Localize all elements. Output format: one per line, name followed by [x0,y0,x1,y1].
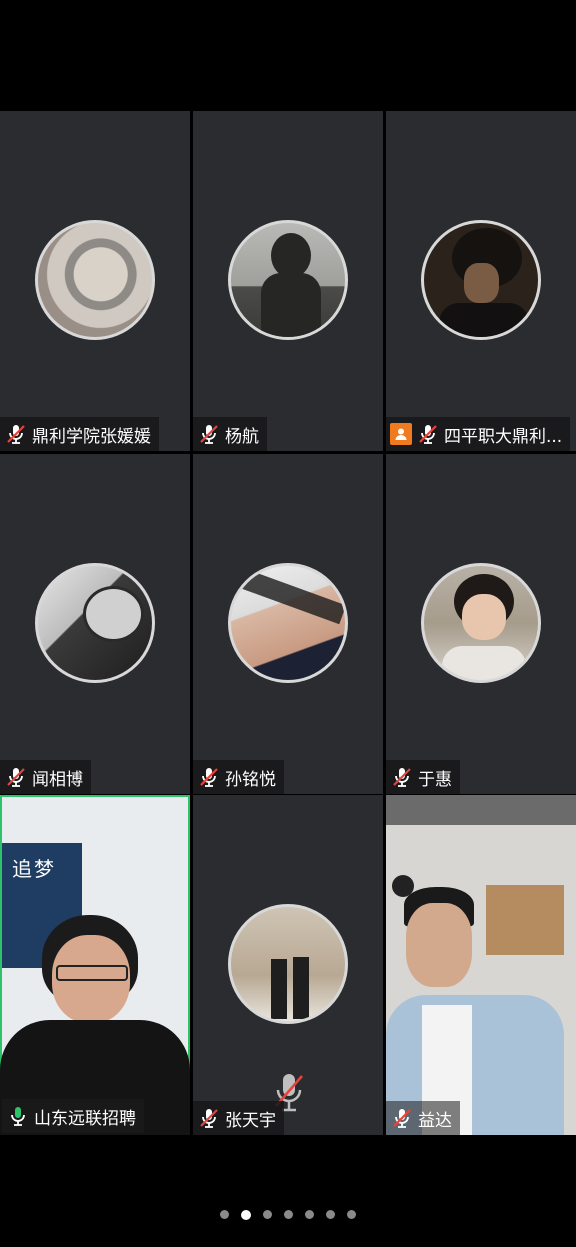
mic-muted-icon [390,1106,414,1130]
host-person-icon [390,423,412,445]
mic-muted-icon [4,765,28,789]
page-dot[interactable] [263,1210,272,1219]
video-feed: 追梦 [0,795,190,1135]
bookshelf [486,885,564,955]
participant-tile[interactable]: 于惠 [386,454,576,794]
participant-video-tile[interactable]: 追梦 山东远联招聘 [0,795,190,1135]
participant-avatar [421,220,541,340]
poster-text: 追梦 [12,857,56,881]
mic-muted-icon [4,422,28,446]
participant-nameplate: 山东远联招聘 [2,1099,144,1133]
participant-avatar [35,563,155,683]
page-dot[interactable] [284,1210,293,1219]
participant-nameplate: 孙铭悦 [193,760,284,794]
participant-name: 于惠 [418,769,452,790]
page-dot-active[interactable] [241,1209,251,1220]
person-face [406,903,472,987]
participant-nameplate: 鼎利学院张媛媛 [0,417,159,451]
participant-tile[interactable]: 孙铭悦 [193,454,383,794]
participant-name: 四平职大鼎利... [444,426,563,447]
participant-nameplate: 闻相博 [0,760,91,794]
participant-avatar [228,220,348,340]
participant-nameplate: 于惠 [386,760,460,794]
mic-muted-icon [390,765,414,789]
wall [386,795,576,825]
person-glasses [56,965,128,981]
mic-muted-icon [197,422,221,446]
page-dot[interactable] [347,1210,356,1219]
participant-name: 孙铭悦 [225,769,276,790]
participant-nameplate: 杨航 [193,417,267,451]
participant-tile[interactable]: 杨航 [193,111,383,451]
participant-avatar [228,563,348,683]
participant-tile[interactable]: 闻相博 [0,454,190,794]
page-dot[interactable] [305,1210,314,1219]
participant-name: 张天宇 [225,1110,276,1131]
participant-nameplate: 益达 [386,1101,460,1135]
page-indicator[interactable] [0,1209,576,1220]
participant-nameplate: 四平职大鼎利... [386,417,571,451]
participant-name: 鼎利学院张媛媛 [32,426,151,447]
participant-name: 益达 [418,1110,452,1131]
mic-muted-icon [197,765,221,789]
video-feed [386,795,576,1135]
participant-name: 闻相博 [32,769,83,790]
page-dot[interactable] [326,1210,335,1219]
participant-name: 山东远联招聘 [34,1108,136,1129]
participant-avatar [228,904,348,1024]
participant-nameplate: 张天宇 [193,1101,284,1135]
mic-muted-icon [416,422,440,446]
participant-tile[interactable]: 鼎利学院张媛媛 [0,111,190,451]
mic-icon [6,1104,30,1128]
participant-tile[interactable]: 四平职大鼎利... [386,111,576,451]
participant-name: 杨航 [225,426,259,447]
participant-avatar [421,563,541,683]
participant-tile[interactable]: 张天宇 [193,795,383,1135]
page-dot[interactable] [220,1210,229,1219]
participant-video-tile[interactable]: 益达 [386,795,576,1135]
video-grid: 鼎利学院张媛媛 杨航 四平职大鼎利... 闻相博 孙铭悦 于惠 追梦 山东远联招… [0,111,576,1135]
mic-muted-icon [197,1106,221,1130]
participant-avatar [35,220,155,340]
